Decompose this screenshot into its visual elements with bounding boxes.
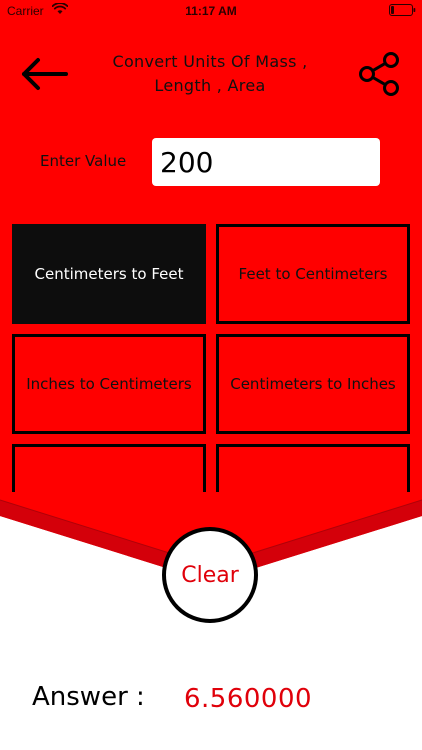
conversion-tile-label: Centimeters to Feet xyxy=(34,265,184,283)
conversion-tile-partial-left[interactable] xyxy=(12,444,206,492)
conversion-tile-cm-to-feet[interactable]: Centimeters to Feet xyxy=(12,224,206,324)
conversion-tile-cm-to-inches[interactable]: Centimeters to Inches xyxy=(216,334,410,434)
answer-label: Answer : xyxy=(32,682,145,712)
conversion-grid: Centimeters to Feet Feet to Centimeters … xyxy=(0,0,422,492)
conversion-tile-feet-to-cm[interactable]: Feet to Centimeters xyxy=(216,224,410,324)
conversion-tile-label: Centimeters to Inches xyxy=(230,375,396,393)
clear-button[interactable]: Clear xyxy=(162,527,258,623)
clear-button-label: Clear xyxy=(181,562,239,588)
conversion-tile-partial-right[interactable] xyxy=(216,444,410,492)
conversion-tile-label: Inches to Centimeters xyxy=(26,375,192,393)
conversion-tile-label: Feet to Centimeters xyxy=(238,265,388,283)
answer-value: 6.560000 xyxy=(184,684,313,714)
conversion-tile-inches-to-cm[interactable]: Inches to Centimeters xyxy=(12,334,206,434)
